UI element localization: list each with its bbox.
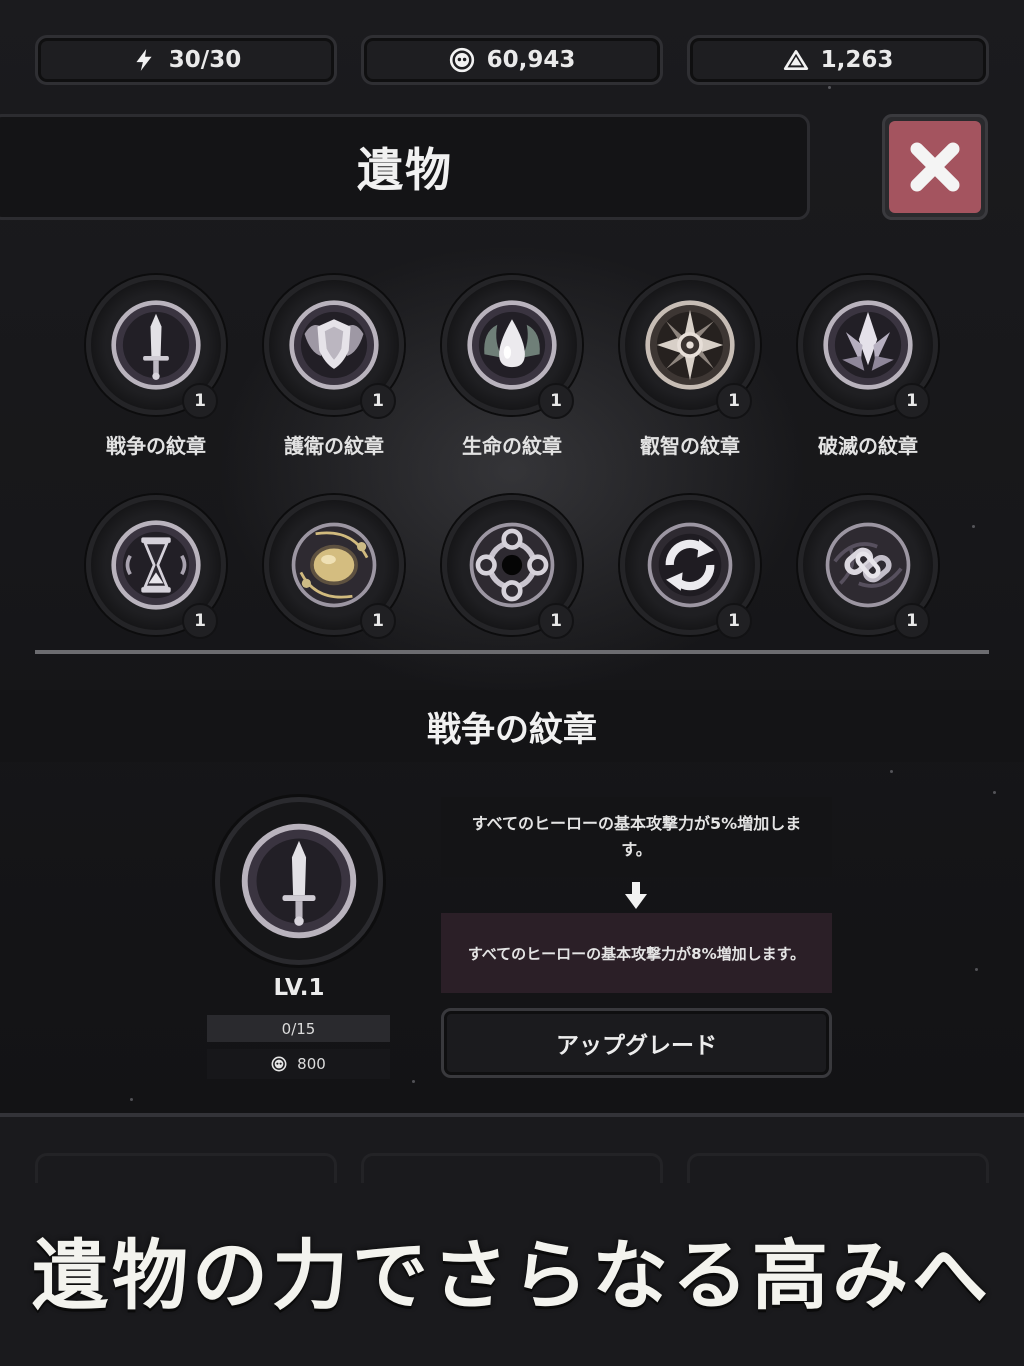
lightning-icon [136, 49, 152, 71]
relic-count-badge: 1 [894, 603, 930, 639]
upgrade-progress: 0/15 [207, 1015, 390, 1042]
relic-slot-cycle[interactable]: 1 [610, 470, 770, 660]
promo-tagline: 遺物の力でさらなる高みへ [32, 1231, 992, 1320]
upgrade-button[interactable]: アップグレード [441, 1008, 832, 1078]
energy-value: 30/30 [168, 47, 242, 73]
relic-slot-guard[interactable]: 1 護衛の紋章 [254, 250, 414, 458]
relic-name: 生命の紋章 [462, 434, 562, 458]
relic-grid: 1 戦争の紋章 1 護衛の紋章 1 生命の紋章 1 叡智の紋章 1 破滅の紋章 … [35, 250, 989, 654]
crystal-emblem-icon [823, 300, 913, 390]
upgrade-cost: 800 [207, 1049, 390, 1079]
current-effect: すべてのヒーローの基本攻撃力が5%増加します。 [441, 797, 832, 877]
arrow-down-icon [625, 882, 647, 909]
close-icon [910, 142, 960, 192]
relic-count-badge: 1 [538, 383, 574, 419]
next-effect: すべてのヒーローの基本攻撃力が8%増加します。 [441, 913, 832, 993]
orb-relic-icon [291, 522, 377, 608]
relic-count-badge: 1 [182, 603, 218, 639]
relic-name: 破滅の紋章 [818, 434, 918, 458]
background-panel [361, 1153, 663, 1183]
relic-slot-cross-circle[interactable]: 1 [432, 470, 592, 660]
title-bar: 遺物 [0, 114, 810, 220]
selected-relic-name: 戦争の紋章 [427, 709, 597, 750]
gem-value: 1,263 [820, 47, 894, 73]
selected-relic-header: 戦争の紋章 [0, 690, 1024, 762]
relic-name: 護衛の紋章 [284, 434, 384, 458]
relic-level: LV.1 [273, 975, 325, 1001]
relic-slot-chain[interactable]: 1 [788, 470, 948, 660]
relic-name: 戦争の紋章 [106, 434, 206, 458]
relic-name: 叡智の紋章 [640, 434, 740, 458]
skull-coin-icon [271, 1056, 287, 1072]
selected-relic-portrait [215, 797, 383, 965]
relic-count-badge: 1 [716, 383, 752, 419]
sword-emblem-icon [111, 300, 201, 390]
background-panel [687, 1153, 989, 1183]
coin-counter: 60,943 [361, 35, 663, 85]
droplet-emblem-icon [467, 300, 557, 390]
relic-slot-war[interactable]: 1 戦争の紋章 [76, 250, 236, 458]
energy-counter: 30/30 [35, 35, 337, 85]
relic-count-badge: 1 [894, 383, 930, 419]
sword-emblem-icon [241, 823, 357, 939]
close-button[interactable] [882, 114, 988, 220]
coin-value: 60,943 [486, 47, 576, 73]
skull-coin-icon [449, 47, 474, 73]
relic-slot-hourglass[interactable]: 1 [76, 470, 236, 660]
relic-slot-wisdom[interactable]: 1 叡智の紋章 [610, 250, 770, 458]
relic-slot-orb[interactable]: 1 [254, 470, 414, 660]
shield-emblem-icon [289, 300, 379, 390]
relic-count-badge: 1 [360, 383, 396, 419]
page-title: 遺物 [357, 143, 453, 197]
star-emblem-icon [645, 300, 735, 390]
background-panel [35, 1153, 337, 1183]
relic-count-badge: 1 [360, 603, 396, 639]
hourglass-relic-icon [111, 520, 201, 610]
gem-counter: 1,263 [687, 35, 989, 85]
relic-count-badge: 1 [182, 383, 218, 419]
cycle-arrows-relic-icon [647, 522, 733, 608]
relic-slot-ruin[interactable]: 1 破滅の紋章 [788, 250, 948, 458]
cross-circle-relic-icon [469, 522, 555, 608]
close-button-face [889, 121, 981, 213]
chain-relic-icon [825, 522, 911, 608]
upgrade-cost-value: 800 [297, 1055, 326, 1073]
relic-count-badge: 1 [716, 603, 752, 639]
triangle-gem-icon [783, 50, 808, 70]
relic-count-badge: 1 [538, 603, 574, 639]
relic-slot-life[interactable]: 1 生命の紋章 [432, 250, 592, 458]
